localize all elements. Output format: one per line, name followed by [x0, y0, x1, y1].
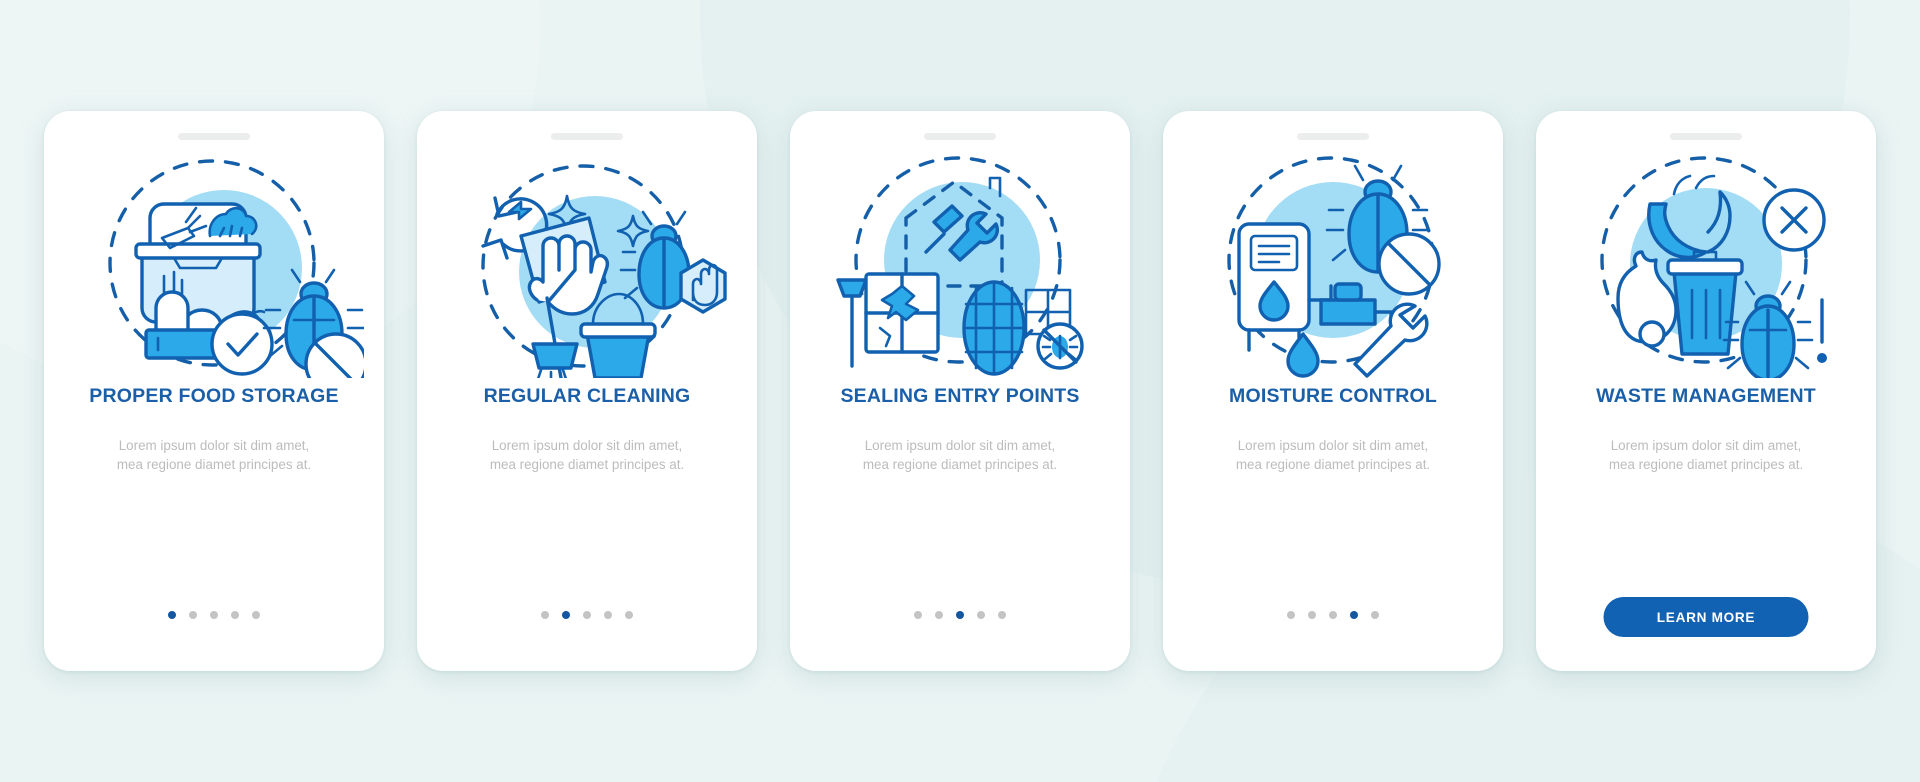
phone-speaker-notch — [178, 133, 250, 140]
onboarding-screen-moisture-control: MOISTURE CONTROL Lorem ipsum dolor sit d… — [1163, 111, 1503, 671]
pagination-dot[interactable] — [583, 611, 591, 619]
pagination-dot[interactable] — [210, 611, 218, 619]
pagination-dot[interactable] — [604, 611, 612, 619]
pagination-dot[interactable] — [1287, 611, 1295, 619]
pagination-dots[interactable] — [914, 611, 1006, 619]
phone-speaker-notch — [551, 133, 623, 140]
pagination-dot[interactable] — [541, 611, 549, 619]
onboarding-screens-row: PROPER FOOD STORAGE Lorem ipsum dolor si… — [0, 0, 1920, 782]
pagination-dot[interactable] — [1308, 611, 1316, 619]
phone-speaker-notch — [1670, 133, 1742, 140]
pagination-dot[interactable] — [168, 611, 176, 619]
screen-description: Lorem ipsum dolor sit dim amet, mea regi… — [116, 437, 312, 472]
pagination-dot[interactable] — [562, 611, 570, 619]
screen-title: WASTE MANAGEMENT — [1596, 385, 1816, 407]
screen-description: Lorem ipsum dolor sit dim amet, mea regi… — [1235, 437, 1431, 472]
pagination-dot[interactable] — [252, 611, 260, 619]
onboarding-screen-proper-food-storage: PROPER FOOD STORAGE Lorem ipsum dolor si… — [44, 111, 384, 671]
pagination-dots[interactable] — [168, 611, 260, 619]
onboarding-screen-waste-management: WASTE MANAGEMENT Lorem ipsum dolor sit d… — [1536, 111, 1876, 671]
screen-title: REGULAR CLEANING — [483, 385, 691, 407]
screen-description: Lorem ipsum dolor sit dim amet, mea regi… — [862, 437, 1058, 472]
screen-description: Lorem ipsum dolor sit dim amet, mea regi… — [1608, 437, 1804, 472]
pagination-dot[interactable] — [998, 611, 1006, 619]
onboarding-screen-sealing-entry-points: SEALING ENTRY POINTS Lorem ipsum dolor s… — [790, 111, 1130, 671]
screen-title: SEALING ENTRY POINTS — [840, 385, 1080, 407]
pagination-dot[interactable] — [1350, 611, 1358, 619]
pagination-dot[interactable] — [231, 611, 239, 619]
phone-speaker-notch — [1297, 133, 1369, 140]
pagination-dot[interactable] — [977, 611, 985, 619]
illustration-waste-management — [1556, 148, 1856, 378]
pagination-dot[interactable] — [914, 611, 922, 619]
pagination-dot[interactable] — [935, 611, 943, 619]
pagination-dots[interactable] — [541, 611, 633, 619]
illustration-sealing-entry-points — [810, 148, 1110, 378]
pagination-dot[interactable] — [625, 611, 633, 619]
pagination-dot[interactable] — [1371, 611, 1379, 619]
phone-speaker-notch — [924, 133, 996, 140]
pagination-dot[interactable] — [189, 611, 197, 619]
onboarding-screen-regular-cleaning: REGULAR CLEANING Lorem ipsum dolor sit d… — [417, 111, 757, 671]
illustration-regular-cleaning — [437, 148, 737, 378]
illustration-moisture-control — [1183, 148, 1483, 378]
learn-more-button[interactable]: LEARN MORE — [1603, 597, 1809, 637]
screen-title: MOISTURE CONTROL — [1229, 385, 1437, 407]
screen-description: Lorem ipsum dolor sit dim amet, mea regi… — [489, 437, 685, 472]
pagination-dot[interactable] — [956, 611, 964, 619]
illustration-food-storage — [64, 148, 364, 378]
pagination-dot[interactable] — [1329, 611, 1337, 619]
pagination-dots[interactable] — [1287, 611, 1379, 619]
screen-title: PROPER FOOD STORAGE — [89, 385, 339, 407]
